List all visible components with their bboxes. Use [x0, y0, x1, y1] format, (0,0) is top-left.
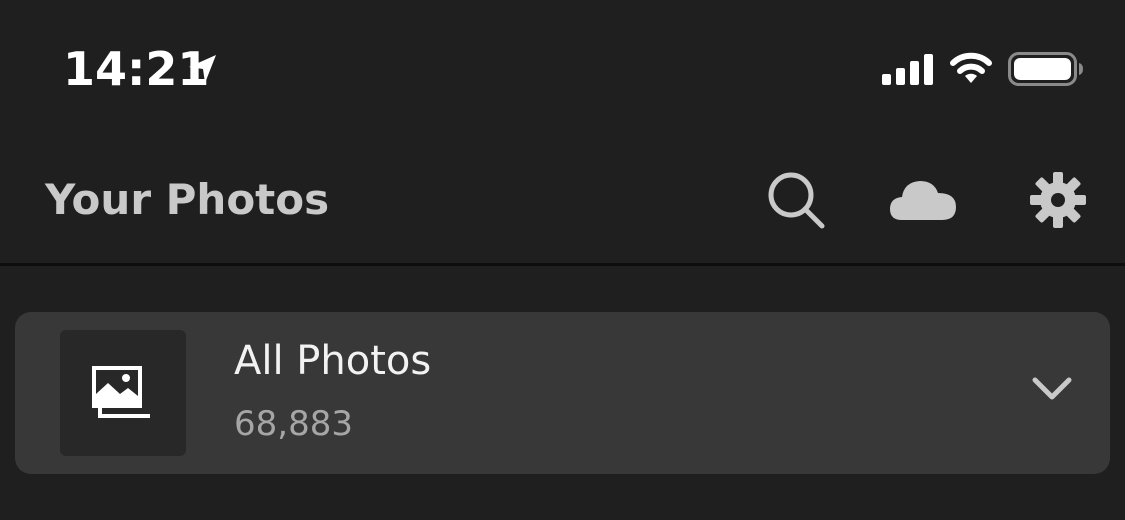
location-arrow-icon — [189, 55, 216, 83]
page-title: Your Photos — [45, 175, 330, 224]
cloud-icon — [890, 181, 956, 220]
search-icon — [768, 172, 825, 229]
album-name: All Photos — [234, 338, 432, 384]
album-thumbnail — [60, 330, 186, 456]
album-item-all-photos[interactable]: All Photos 68,883 — [15, 312, 1110, 474]
settings-button[interactable] — [1026, 168, 1090, 232]
battery-icon — [1008, 52, 1083, 86]
photos-stack-icon — [92, 366, 150, 418]
header: Your Photos — [0, 132, 1125, 264]
album-count: 68,883 — [234, 404, 353, 444]
header-divider — [0, 263, 1125, 266]
gear-icon — [1030, 172, 1086, 228]
cloud-sync-button[interactable] — [888, 168, 956, 232]
chevron-down-icon[interactable] — [1027, 370, 1077, 410]
wifi-icon — [950, 52, 992, 83]
cellular-signal-icon — [882, 54, 933, 85]
status-bar: 14:21 — [0, 0, 1125, 132]
search-button[interactable] — [764, 168, 828, 232]
